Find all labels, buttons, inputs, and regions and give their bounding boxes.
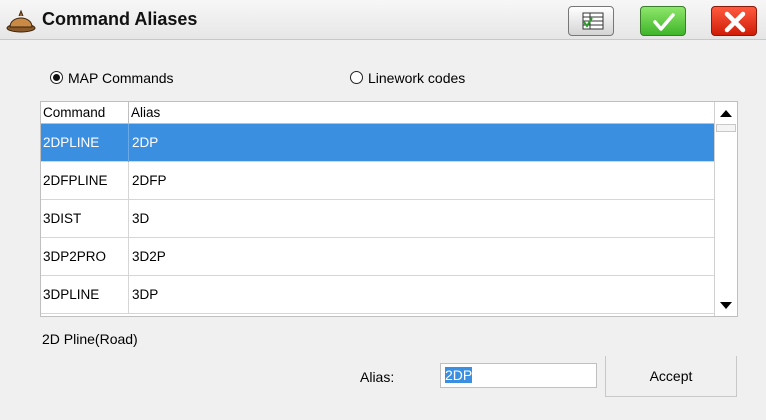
- title-bar: Command Aliases: [0, 0, 766, 40]
- table-row[interactable]: 3DP2PRO 3D2P: [41, 238, 714, 276]
- table-row[interactable]: 2DPLINE 2DP: [41, 124, 714, 162]
- command-description: 2D Pline(Road): [42, 331, 138, 347]
- command-cell: 3DIST: [41, 200, 129, 238]
- radio-dot[interactable]: [50, 71, 63, 84]
- scroll-up-button[interactable]: [715, 102, 737, 124]
- alias-cell: 3D2P: [132, 249, 166, 264]
- triangle-down-icon: [720, 302, 732, 309]
- window-title: Command Aliases: [42, 9, 198, 29]
- table-header: Command Alias: [41, 102, 714, 124]
- checkmark-icon: [653, 13, 675, 31]
- table-row[interactable]: 2DFPLINE 2DFP: [41, 162, 714, 200]
- scroll-down-button[interactable]: [715, 294, 737, 316]
- table-row[interactable]: 3DIST 3D: [41, 200, 714, 238]
- map-commands-label: MAP Commands: [68, 70, 174, 86]
- alias-cell: 3DP: [132, 287, 159, 302]
- aliases-table[interactable]: Command Alias 2DPLINE 2DP 2DFPLINE 2DFP …: [40, 101, 738, 317]
- alias-input-value: 2DP: [445, 367, 473, 383]
- alias-cell: 2DP: [132, 135, 159, 150]
- alias-cell: 2DFP: [132, 173, 167, 188]
- vertical-scrollbar[interactable]: [714, 102, 737, 316]
- radio-dot[interactable]: [350, 71, 363, 84]
- table-view-button[interactable]: [568, 6, 614, 36]
- alias-input[interactable]: 2DP: [440, 363, 597, 388]
- table-row[interactable]: 3DPLINE 3DP: [41, 276, 714, 314]
- column-header-command[interactable]: Command: [41, 102, 129, 124]
- scroll-thumb[interactable]: [716, 124, 736, 132]
- map-commands-radio[interactable]: MAP Commands: [50, 70, 210, 86]
- command-cell: 2DPLINE: [41, 124, 129, 162]
- linework-codes-label: Linework codes: [368, 70, 466, 86]
- column-header-alias[interactable]: Alias: [129, 102, 714, 124]
- accept-button[interactable]: Accept: [605, 356, 737, 397]
- alias-label: Alias:: [360, 369, 395, 385]
- command-cell: 3DPLINE: [41, 276, 129, 314]
- close-icon: [724, 11, 746, 33]
- hardhat-icon: [6, 6, 36, 34]
- alias-cell: 3D: [132, 211, 150, 226]
- triangle-up-icon: [720, 110, 732, 117]
- ok-button[interactable]: [640, 6, 686, 36]
- linework-codes-radio[interactable]: Linework codes: [350, 70, 490, 86]
- command-cell: 3DP2PRO: [41, 238, 129, 276]
- command-cell: 2DFPLINE: [41, 162, 129, 200]
- table-icon: [582, 12, 604, 30]
- close-button[interactable]: [711, 6, 757, 36]
